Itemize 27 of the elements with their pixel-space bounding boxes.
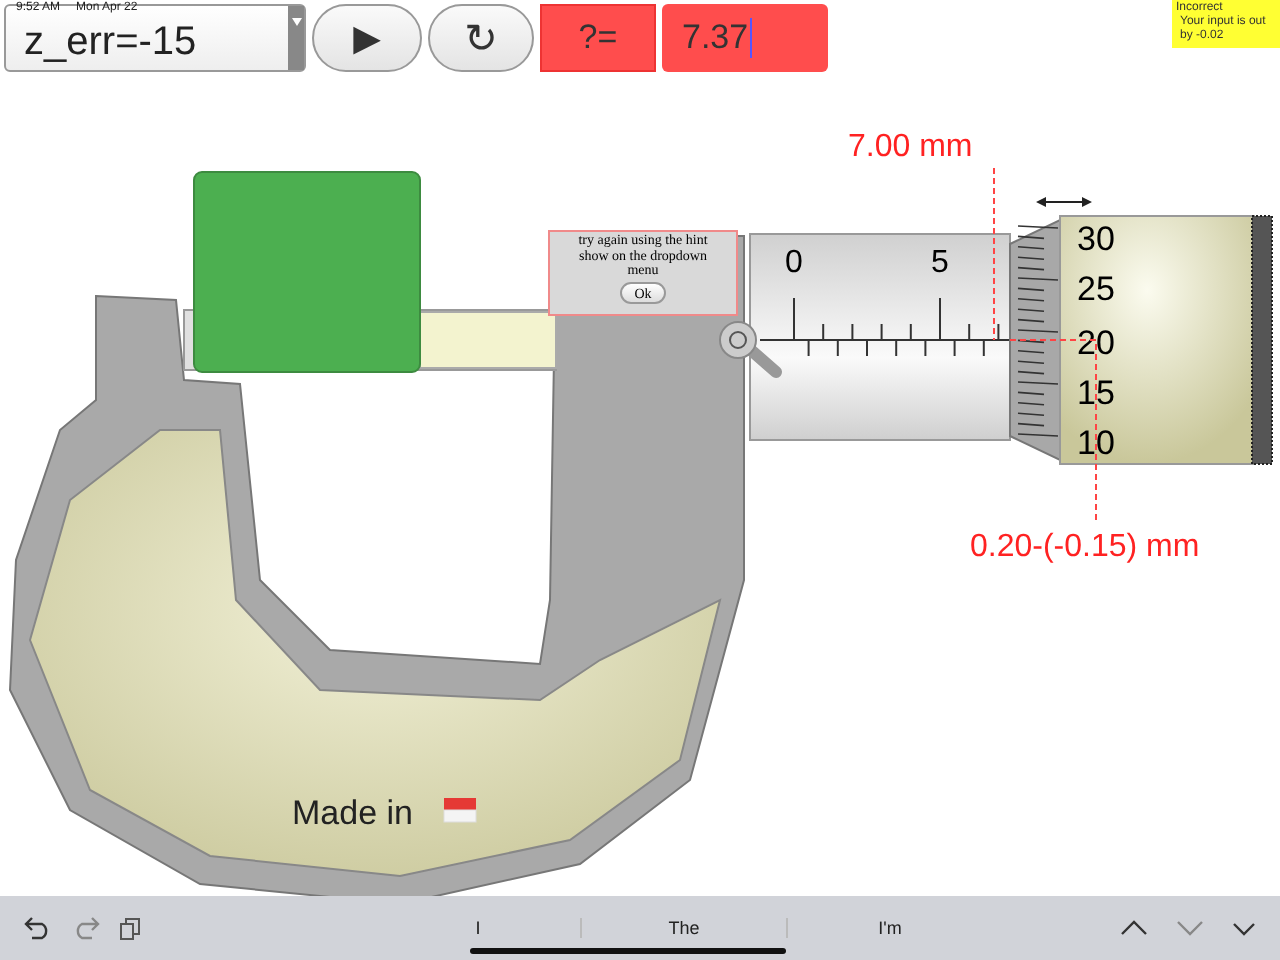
- chevron-up-icon[interactable]: [1120, 920, 1148, 936]
- thimble-number: 25: [1077, 270, 1115, 308]
- sleeve-number: 5: [931, 246, 949, 280]
- caret-icon: [291, 18, 301, 26]
- main-scale-reading: 7.00 mm: [848, 130, 973, 164]
- thimble-number: 30: [1077, 220, 1115, 258]
- dismiss-keyboard-icon[interactable]: [1232, 921, 1256, 935]
- lock-knob: [719, 321, 782, 378]
- thimble-reading: 0.20-(-0.15) mm: [970, 530, 1200, 564]
- thimble-number: 15: [1077, 374, 1115, 412]
- answer-field[interactable]: 7.37: [662, 4, 828, 72]
- suggestion[interactable]: I: [376, 918, 580, 938]
- suggestion[interactable]: The: [580, 918, 786, 938]
- dropdown-handle[interactable]: [288, 6, 304, 70]
- flag-icon: [443, 798, 477, 823]
- spindle: [419, 311, 557, 369]
- play-button[interactable]: ▶: [312, 4, 422, 72]
- thimble-number: 20: [1077, 324, 1115, 362]
- sleeve-number: 0: [785, 246, 803, 280]
- made-in-label: Made in: [292, 794, 413, 832]
- double-arrow-icon: [1036, 197, 1092, 207]
- thimble-number: 10: [1077, 424, 1115, 462]
- reset-button[interactable]: ↻: [428, 4, 534, 72]
- question-label: ?=: [540, 4, 656, 72]
- undo-icon[interactable]: [24, 916, 52, 940]
- suggestion[interactable]: I'm: [786, 918, 992, 938]
- clipboard-icon[interactable]: [120, 917, 140, 939]
